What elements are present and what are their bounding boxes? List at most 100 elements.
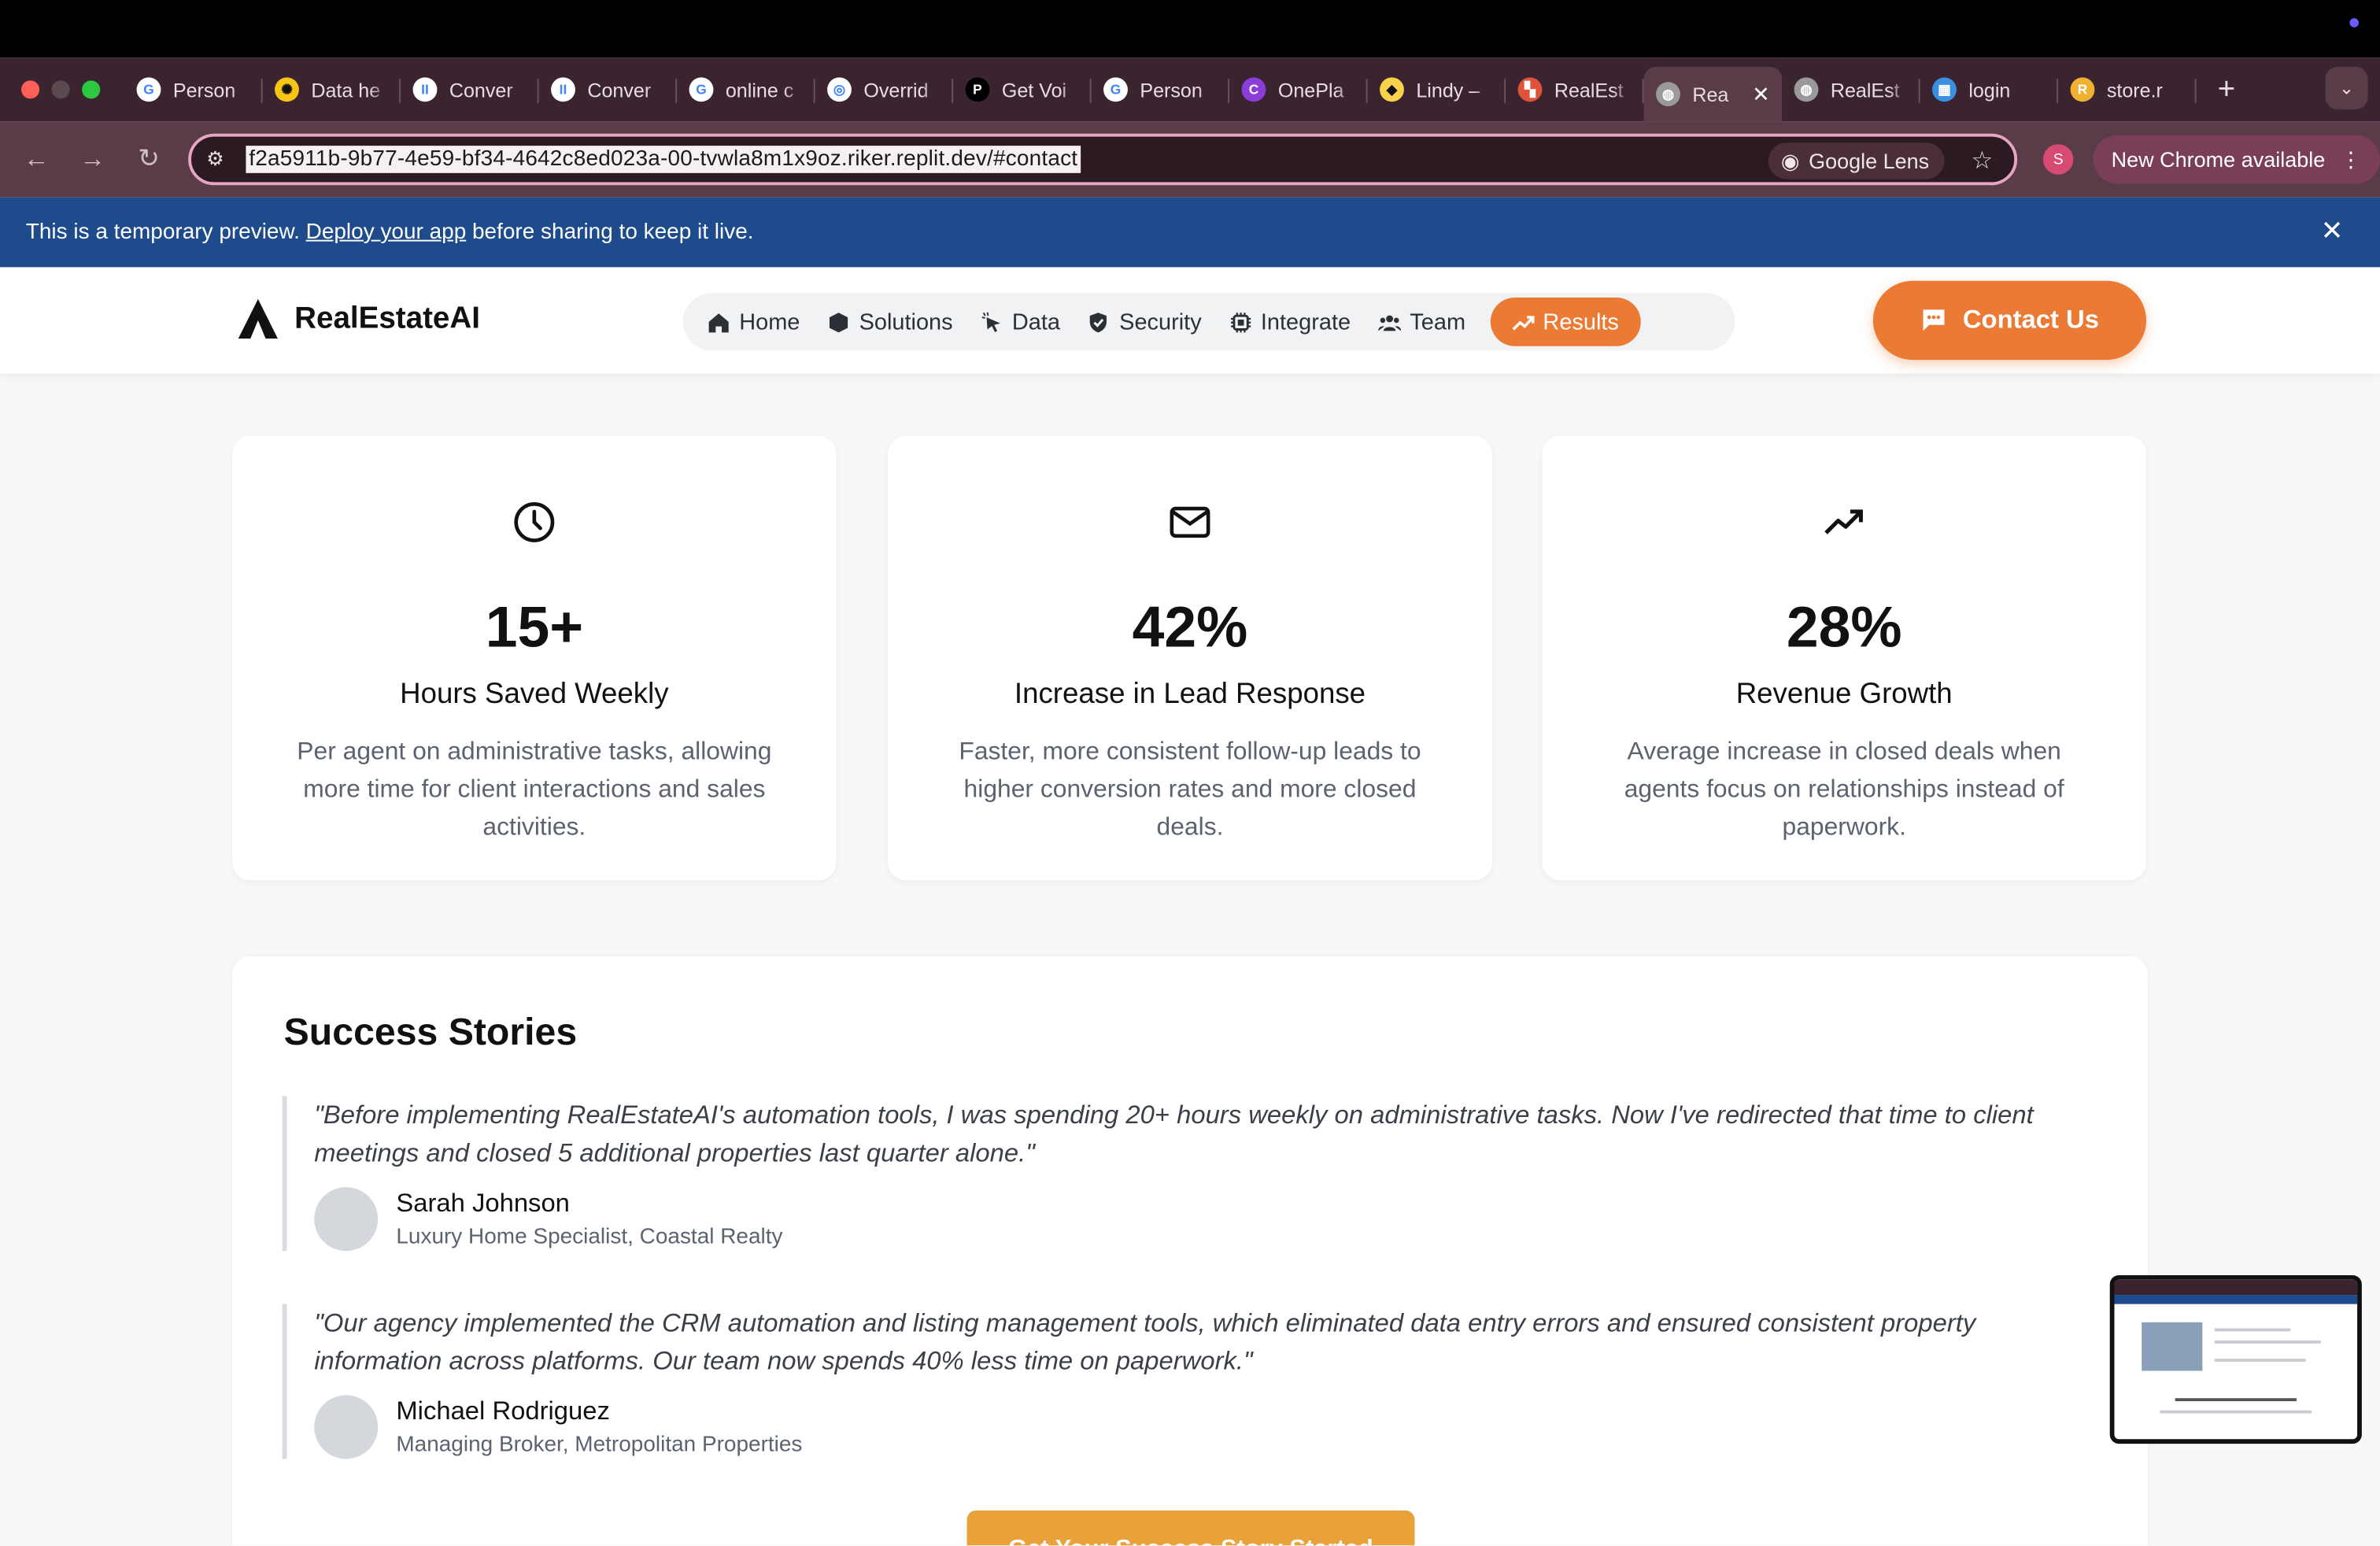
browser-tab[interactable]: ▦ login bbox=[1920, 65, 2059, 114]
tab-title: OnePla bbox=[1277, 78, 1344, 102]
tab-favicon-icon: G bbox=[1103, 77, 1128, 102]
browser-tab[interactable]: ◎ Overrid bbox=[815, 65, 954, 114]
brand-logo[interactable]: RealEstateAI bbox=[237, 298, 480, 340]
tab-favicon-icon: R bbox=[2070, 77, 2095, 102]
back-button[interactable]: ← bbox=[15, 138, 57, 180]
brand-name: RealEstateAI bbox=[294, 301, 480, 335]
close-tab-icon[interactable]: ✕ bbox=[1752, 81, 1770, 107]
tab-title: Get Voi bbox=[1001, 78, 1067, 102]
forward-button[interactable]: → bbox=[72, 138, 114, 180]
chip-icon bbox=[1230, 312, 1251, 332]
browser-tab[interactable]: Gonline c bbox=[677, 65, 815, 114]
tab-title: store.r bbox=[2106, 78, 2163, 102]
tab-title: Person bbox=[1140, 78, 1203, 102]
trend-icon bbox=[1511, 315, 1534, 330]
nav-item-team[interactable]: Team bbox=[1377, 298, 1465, 346]
window-controls bbox=[0, 80, 124, 99]
author-name: Michael Rodriguez bbox=[396, 1396, 610, 1426]
nav-item-security[interactable]: Security bbox=[1088, 298, 1202, 346]
update-chrome-button[interactable]: New Chrome available ⋮ bbox=[2093, 135, 2380, 184]
stat-title: Increase in Lead Response bbox=[1014, 679, 1366, 711]
testimonial-quote: "Before implementing RealEstateAI's auto… bbox=[314, 1100, 2034, 1168]
browser-tab[interactable]: ◍ Rea ✕ bbox=[1643, 66, 1783, 122]
tab-title: Lindy – bbox=[1416, 78, 1480, 102]
site-settings-icon[interactable]: ⚙ bbox=[206, 147, 239, 172]
nav-item-solutions[interactable]: Solutions bbox=[827, 298, 953, 346]
users-icon bbox=[1377, 314, 1401, 331]
browser-tab[interactable]: ✺ Data he bbox=[263, 65, 401, 114]
stat-description: Faster, more consistent follow-up leads … bbox=[959, 738, 1421, 841]
tab-title: login bbox=[1968, 78, 2011, 102]
tab-favicon-icon: G bbox=[689, 77, 714, 102]
tab-favicon-icon: II bbox=[551, 77, 575, 102]
tab-favicon-icon: II bbox=[412, 77, 438, 102]
author-name: Sarah Johnson bbox=[396, 1189, 570, 1218]
nav-item-label: Security bbox=[1119, 309, 1202, 335]
cube-icon bbox=[829, 312, 848, 332]
stat-title: Hours Saved Weekly bbox=[400, 679, 669, 711]
bookmark-star-icon[interactable]: ☆ bbox=[1972, 146, 1994, 176]
browser-tab[interactable]: G Person bbox=[124, 65, 263, 114]
testimonial-author: Michael Rodriguez Managing Broker, Metro… bbox=[314, 1395, 2073, 1459]
close-banner-icon[interactable]: ✕ bbox=[2321, 216, 2344, 247]
tab-favicon-icon: ◍ bbox=[1794, 77, 1819, 102]
tab-search-button[interactable]: ⌄ bbox=[2325, 66, 2368, 109]
browser-tab[interactable]: ▚ RealEst bbox=[1506, 65, 1644, 114]
nav-item-label: Home bbox=[739, 309, 800, 335]
tab-title: RealEst bbox=[1830, 78, 1900, 102]
screenshot-thumbnail[interactable] bbox=[2109, 1274, 2362, 1444]
browser-tab[interactable]: II Conver bbox=[401, 65, 539, 114]
url-text[interactable]: f2a5911b-9b77-4e59-bf34-4642c8ed023a-00-… bbox=[246, 146, 1081, 173]
browser-tab[interactable]: II Conver bbox=[539, 65, 678, 114]
tab-favicon-icon: ▦ bbox=[1932, 77, 1957, 102]
tab-strip: G Person ✺ Data he II Conver II Conver Gonline c… bbox=[0, 57, 2380, 122]
stat-value: 42% bbox=[1132, 596, 1248, 660]
banner-text-after: before sharing to keep it live. bbox=[471, 220, 754, 245]
browser-tab[interactable]: G Person bbox=[1092, 65, 1230, 114]
deploy-link[interactable]: Deploy your app bbox=[306, 220, 467, 245]
success-stories-section: Success Stories "Before implementing Rea… bbox=[232, 956, 2148, 1546]
testimonial: "Our agency implemented the CRM automati… bbox=[282, 1304, 2074, 1459]
tab-favicon-icon: ◎ bbox=[827, 77, 852, 102]
browser-toolbar: ← → ↻ ⚙ f2a5911b-9b77-4e59-bf34-4642c8ed… bbox=[0, 121, 2380, 198]
close-window-button[interactable] bbox=[20, 80, 40, 99]
profile-avatar[interactable]: S bbox=[2042, 144, 2074, 175]
status-dot bbox=[2349, 18, 2359, 28]
tab-favicon-icon: ▚ bbox=[1517, 77, 1543, 102]
success-stories-heading: Success Stories bbox=[283, 1011, 578, 1054]
tab-favicon-icon: ✺ bbox=[275, 77, 299, 102]
nav-item-results[interactable]: Results bbox=[1489, 297, 1640, 346]
address-bar[interactable]: ⚙ f2a5911b-9b77-4e59-bf34-4642c8ed023a-0… bbox=[188, 133, 2018, 186]
stat-value: 28% bbox=[1786, 596, 1902, 660]
mail-icon bbox=[1170, 506, 1210, 538]
success-story-cta-button[interactable]: Get Your Success Story Started bbox=[966, 1510, 1415, 1546]
more-menu-icon: ⋮ bbox=[2340, 146, 2362, 171]
contact-us-label: Contact Us bbox=[1962, 305, 2099, 335]
home-icon bbox=[708, 313, 729, 332]
update-label: New Chrome available bbox=[2111, 147, 2326, 172]
lens-label: Google Lens bbox=[1809, 148, 1930, 173]
nav-item-home[interactable]: Home bbox=[708, 298, 800, 346]
minimize-window-button[interactable] bbox=[51, 80, 70, 99]
tab-title: Conver bbox=[587, 78, 652, 102]
reload-button[interactable]: ↻ bbox=[128, 138, 170, 180]
author-role: Luxury Home Specialist, Coastal Realty bbox=[396, 1225, 783, 1250]
new-tab-button[interactable]: + bbox=[2218, 72, 2236, 107]
browser-tab[interactable]: P Get Voi bbox=[953, 65, 1092, 114]
browser-tab[interactable]: ◍ RealEst bbox=[1782, 65, 1920, 114]
nav-item-integrate[interactable]: Integrate bbox=[1229, 298, 1351, 346]
main-nav: Home Solutions Data Security Integrate Team Re… bbox=[682, 293, 1735, 351]
tab-title: Person bbox=[172, 78, 236, 102]
browser-tab[interactable]: ◆ Lindy – bbox=[1368, 65, 1506, 114]
browser-tab[interactable]: C OnePla bbox=[1229, 65, 1368, 114]
preview-banner: This is a temporary preview. Deploy your… bbox=[0, 197, 2380, 268]
contact-us-button[interactable]: Contact Us bbox=[1872, 280, 2146, 361]
tab-favicon-icon: G bbox=[136, 77, 161, 102]
browser-tab[interactable]: Rstore.r bbox=[2058, 65, 2197, 114]
google-lens-button[interactable]: ◉ Google Lens bbox=[1768, 142, 1945, 179]
nav-item-data[interactable]: Data bbox=[980, 298, 1060, 346]
tab-favicon-icon: ◆ bbox=[1380, 77, 1404, 102]
tab-title: Rea bbox=[1692, 83, 1729, 106]
lens-icon: ◉ bbox=[1780, 148, 1800, 172]
maximize-window-button[interactable] bbox=[82, 80, 101, 99]
